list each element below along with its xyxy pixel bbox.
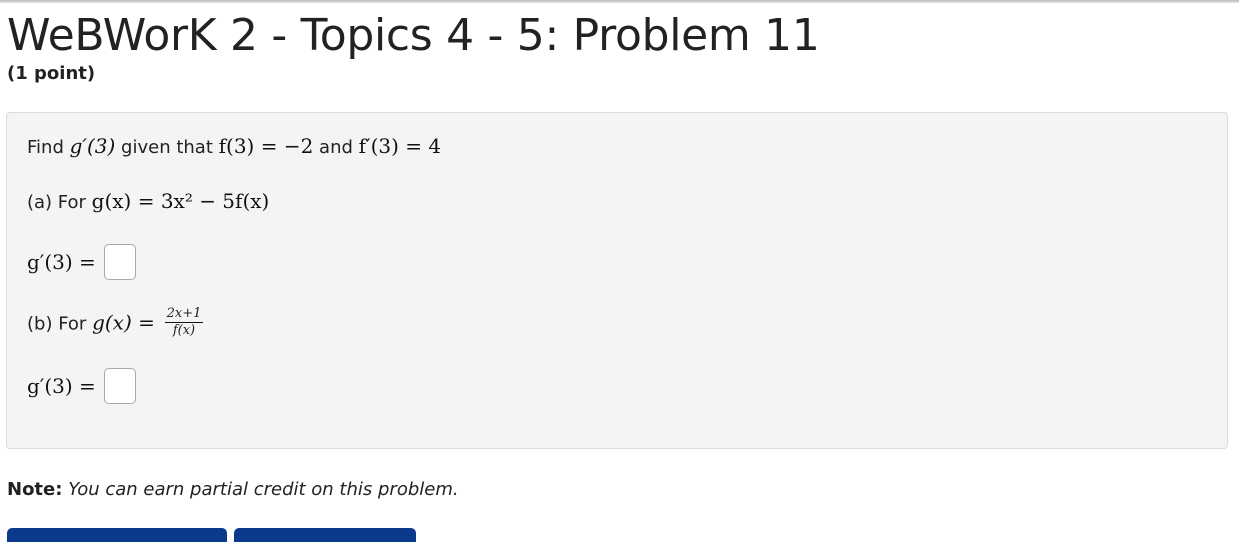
point-value: (1 point) [7,63,96,84]
page-title: WeBWorK 2 - Topics 4 - 5: Problem 11 [7,10,820,61]
part-a-statement: (a) For g(x) = 3x² − 5f(x) [27,188,269,216]
top-border [0,0,1239,3]
note-label: Note: [7,479,63,500]
math-f-value: f(3) = −2 [218,134,314,158]
answer-b-input[interactable] [104,368,136,404]
preview-button[interactable] [234,528,416,542]
math-f-prime-value: f′(3) = 4 [358,134,442,158]
answer-b-label: g′(3) = [27,374,96,398]
part-b-statement: (b) For g(x) = 2x+1 f(x) [27,306,204,340]
intro-given: given that [121,137,213,158]
part-a-expression: g(x) = 3x² − 5f(x) [91,189,270,213]
problem-container: Find g′(3) given that f(3) = −2 and f′(3… [6,112,1228,449]
part-b-fraction: 2x+1 f(x) [164,306,204,338]
fraction-numerator: 2x+1 [164,306,204,323]
answer-a-input[interactable] [104,244,136,280]
part-a-label: (a) For [27,192,86,213]
intro-and: and [319,137,353,158]
intro-prefix: Find [27,137,64,158]
math-g-prime: g′(3) [69,134,116,158]
partial-credit-note: Note: You can earn partial credit on thi… [7,479,459,500]
problem-intro: Find g′(3) given that f(3) = −2 and f′(3… [27,133,441,161]
part-b-lhs: g(x) = [92,310,155,335]
note-text: You can earn partial credit on this prob… [68,479,459,500]
fraction-denominator: f(x) [172,323,196,338]
answer-a-label: g′(3) = [27,250,96,274]
part-b-label: (b) For [27,313,87,335]
submit-button[interactable] [7,528,227,542]
